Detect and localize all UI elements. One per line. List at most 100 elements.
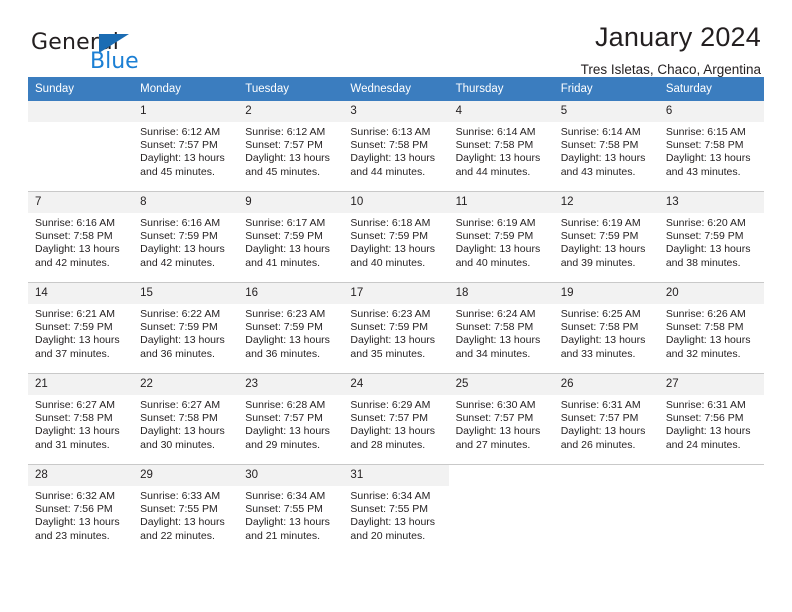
calendar-day-cell[interactable]: 11 Sunrise: 6:19 AM Sunset: 7:59 PM Dayligh…: [448, 191, 554, 283]
calendar-day-cell[interactable]: 9 Sunrise: 6:17 AM Sunset: 7:59 PM Daylight…: [238, 191, 344, 283]
day-cell-inner: [659, 465, 764, 555]
calendar-day-cell[interactable]: 17 Sunrise: 6:23 AM Sunset: 7:59 PM Dayligh…: [343, 282, 449, 374]
calendar-week-row: 1 Sunrise: 6:12 AM Sunset: 7:57 PM Daylight…: [28, 101, 764, 192]
day-number: 22: [133, 374, 239, 395]
day-number: 20: [658, 283, 764, 304]
calendar-day-cell[interactable]: 14 Sunrise: 6:21 AM Sunset: 7:59 PM Dayligh…: [28, 282, 134, 374]
sun-info-sunrise: Sunrise: 6:31 AM: [560, 399, 641, 411]
day-cell-inner: 1 Sunrise: 6:12 AM Sunset: 7:57 PM Daylight…: [133, 101, 239, 191]
sun-info-daylight-2: and 38 minutes.: [665, 256, 741, 269]
sun-info-sunset: Sunset: 7:55 PM: [245, 503, 323, 516]
day-sun-info: Sunrise: 6:17 AM Sunset: 7:59 PM Daylight:…: [238, 213, 343, 270]
day-cell-inner: [28, 101, 134, 191]
calendar-table: Sunday Monday Tuesday Wednesday Thursday Frid…: [28, 77, 764, 555]
day-sun-info: Sunrise: 6:22 AM Sunset: 7:59 PM Daylight:…: [133, 304, 238, 361]
sun-info-daylight-2: and 43 minutes.: [665, 165, 741, 178]
calendar-day-cell[interactable]: 20 Sunrise: 6:26 AM Sunset: 7:58 PM Dayligh…: [658, 282, 764, 374]
sun-info-daylight-1: Daylight: 13 hours: [560, 425, 646, 438]
day-number: [554, 465, 659, 486]
day-cell-inner: [449, 465, 554, 555]
day-cell-inner: 26 Sunrise: 6:31 AM Sunset: 7:57 PM Dayligh…: [553, 374, 659, 464]
calendar-day-cell[interactable]: 13 Sunrise: 6:20 AM Sunset: 7:59 PM Dayligh…: [658, 191, 764, 283]
weekday-header-wednesday: Wednesday: [343, 77, 449, 101]
day-sun-info: Sunrise: 6:14 AM Sunset: 7:58 PM Daylight:…: [449, 122, 554, 179]
day-number: 31: [343, 465, 449, 486]
calendar-day-cell[interactable]: 21 Sunrise: 6:27 AM Sunset: 7:58 PM Dayligh…: [28, 373, 134, 465]
weekday-header-saturday: Saturday: [658, 77, 764, 101]
calendar-day-cell[interactable]: 1 Sunrise: 6:12 AM Sunset: 7:57 PM Daylight…: [133, 101, 239, 192]
sun-info-sunset: Sunset: 7:55 PM: [350, 503, 429, 516]
calendar-day-cell[interactable]: 30 Sunrise: 6:34 AM Sunset: 7:55 PM Dayligh…: [238, 464, 344, 555]
calendar-day-cell[interactable]: 24 Sunrise: 6:29 AM Sunset: 7:57 PM Dayligh…: [343, 373, 449, 465]
day-cell-inner: 11 Sunrise: 6:19 AM Sunset: 7:59 PM Dayligh…: [448, 192, 554, 282]
sun-info-daylight-2: and 41 minutes.: [245, 256, 320, 269]
calendar-week-row: 28 Sunrise: 6:32 AM Sunset: 7:56 PM Dayligh…: [28, 464, 764, 555]
sun-info-daylight-2: and 31 minutes.: [35, 438, 110, 451]
day-number: 30: [238, 465, 344, 486]
calendar-day-cell[interactable]: 28 Sunrise: 6:32 AM Sunset: 7:56 PM Dayligh…: [28, 464, 134, 555]
day-cell-inner: 15 Sunrise: 6:22 AM Sunset: 7:59 PM Dayligh…: [133, 283, 239, 373]
day-cell-inner: 22 Sunrise: 6:27 AM Sunset: 7:58 PM Dayligh…: [133, 374, 239, 464]
calendar-day-cell[interactable]: 25 Sunrise: 6:30 AM Sunset: 7:57 PM Dayligh…: [448, 373, 554, 465]
day-cell-inner: 27 Sunrise: 6:31 AM Sunset: 7:56 PM Dayligh…: [658, 374, 764, 464]
calendar-day-cell[interactable]: 19 Sunrise: 6:25 AM Sunset: 7:58 PM Dayligh…: [553, 282, 659, 374]
sun-info-sunset: Sunset: 7:59 PM: [455, 230, 534, 243]
sun-info-sunset: Sunset: 7:57 PM: [560, 412, 639, 425]
sun-info-sunset: Sunset: 7:59 PM: [665, 230, 744, 243]
calendar-day-cell[interactable]: 27 Sunrise: 6:31 AM Sunset: 7:56 PM Dayligh…: [658, 373, 764, 465]
sun-info-sunrise: Sunrise: 6:26 AM: [665, 308, 746, 320]
calendar-day-cell[interactable]: 29 Sunrise: 6:33 AM Sunset: 7:55 PM Dayligh…: [133, 464, 239, 555]
calendar-day-cell[interactable]: 31 Sunrise: 6:34 AM Sunset: 7:55 PM Dayligh…: [343, 464, 449, 555]
day-number: 3: [343, 101, 449, 122]
sun-info-sunrise: Sunrise: 6:34 AM: [350, 490, 431, 502]
sun-info-sunset: Sunset: 7:58 PM: [665, 139, 744, 152]
day-sun-info: Sunrise: 6:14 AM Sunset: 7:58 PM Daylight:…: [554, 122, 659, 179]
sun-info-sunset: Sunset: 7:59 PM: [245, 321, 323, 334]
calendar-page: General Blue January 2024 Tres Isletas, …: [0, 0, 792, 612]
day-sun-info: Sunrise: 6:19 AM Sunset: 7:59 PM Daylight:…: [554, 213, 659, 270]
sun-info-sunset: Sunset: 7:58 PM: [35, 230, 113, 243]
day-number: [659, 465, 764, 486]
sun-info-daylight-1: Daylight: 13 hours: [35, 334, 120, 347]
calendar-day-cell[interactable]: 3 Sunrise: 6:13 AM Sunset: 7:58 PM Daylight…: [343, 101, 449, 192]
calendar-day-cell[interactable]: 10 Sunrise: 6:18 AM Sunset: 7:59 PM Dayligh…: [343, 191, 449, 283]
calendar-day-cell[interactable]: 12 Sunrise: 6:19 AM Sunset: 7:59 PM Dayligh…: [553, 191, 659, 283]
calendar-day-cell[interactable]: 22 Sunrise: 6:27 AM Sunset: 7:58 PM Dayligh…: [133, 373, 239, 465]
calendar-day-cell[interactable]: 18 Sunrise: 6:24 AM Sunset: 7:58 PM Dayligh…: [448, 282, 554, 374]
day-cell-inner: 2 Sunrise: 6:12 AM Sunset: 7:57 PM Daylight…: [238, 101, 344, 191]
sun-info-sunrise: Sunrise: 6:25 AM: [560, 308, 641, 320]
day-number: 19: [553, 283, 659, 304]
sun-info-sunrise: Sunrise: 6:34 AM: [245, 490, 326, 502]
sun-info-daylight-2: and 34 minutes.: [455, 347, 531, 360]
sun-info-sunrise: Sunrise: 6:23 AM: [245, 308, 326, 320]
calendar-day-cell[interactable]: 2 Sunrise: 6:12 AM Sunset: 7:57 PM Daylight…: [238, 101, 344, 192]
logo-text-blue: Blue: [90, 49, 139, 74]
sun-info-daylight-2: and 44 minutes.: [350, 165, 426, 178]
calendar-day-cell[interactable]: 6 Sunrise: 6:15 AM Sunset: 7:58 PM Daylight…: [658, 101, 764, 192]
sun-info-sunset: Sunset: 7:56 PM: [35, 503, 113, 516]
calendar-day-cell[interactable]: 16 Sunrise: 6:23 AM Sunset: 7:59 PM Dayligh…: [238, 282, 344, 374]
weekday-header-friday: Friday: [553, 77, 659, 101]
day-number: 8: [133, 192, 239, 213]
day-sun-info: Sunrise: 6:29 AM Sunset: 7:57 PM Daylight:…: [343, 395, 448, 452]
calendar-day-cell[interactable]: 5 Sunrise: 6:14 AM Sunset: 7:58 PM Daylight…: [553, 101, 659, 192]
sun-info-daylight-1: Daylight: 13 hours: [140, 243, 225, 256]
day-number: 9: [238, 192, 344, 213]
day-number: 2: [238, 101, 344, 122]
calendar-day-cell[interactable]: 26 Sunrise: 6:31 AM Sunset: 7:57 PM Dayligh…: [553, 373, 659, 465]
calendar-day-cell[interactable]: 23 Sunrise: 6:28 AM Sunset: 7:57 PM Dayligh…: [238, 373, 344, 465]
calendar-day-cell[interactable]: 7 Sunrise: 6:16 AM Sunset: 7:58 PM Daylight…: [28, 191, 134, 283]
day-sun-info: Sunrise: 6:23 AM Sunset: 7:59 PM Daylight:…: [238, 304, 343, 361]
day-sun-info: Sunrise: 6:20 AM Sunset: 7:59 PM Daylight:…: [659, 213, 764, 270]
sun-info-daylight-1: Daylight: 13 hours: [665, 334, 751, 347]
sun-info-sunrise: Sunrise: 6:20 AM: [665, 217, 746, 229]
general-blue-logo[interactable]: General Blue: [31, 32, 251, 80]
sun-info-sunset: Sunset: 7:56 PM: [665, 412, 744, 425]
sun-info-sunrise: Sunrise: 6:29 AM: [350, 399, 431, 411]
sun-info-daylight-2: and 23 minutes.: [35, 529, 110, 542]
calendar-day-cell[interactable]: 4 Sunrise: 6:14 AM Sunset: 7:58 PM Daylight…: [448, 101, 554, 192]
calendar-day-cell[interactable]: 8 Sunrise: 6:16 AM Sunset: 7:59 PM Daylight…: [133, 191, 239, 283]
calendar-day-cell[interactable]: 15 Sunrise: 6:22 AM Sunset: 7:59 PM Dayligh…: [133, 282, 239, 374]
sun-info-daylight-1: Daylight: 13 hours: [140, 152, 225, 165]
sun-info-daylight-2: and 40 minutes.: [350, 256, 426, 269]
